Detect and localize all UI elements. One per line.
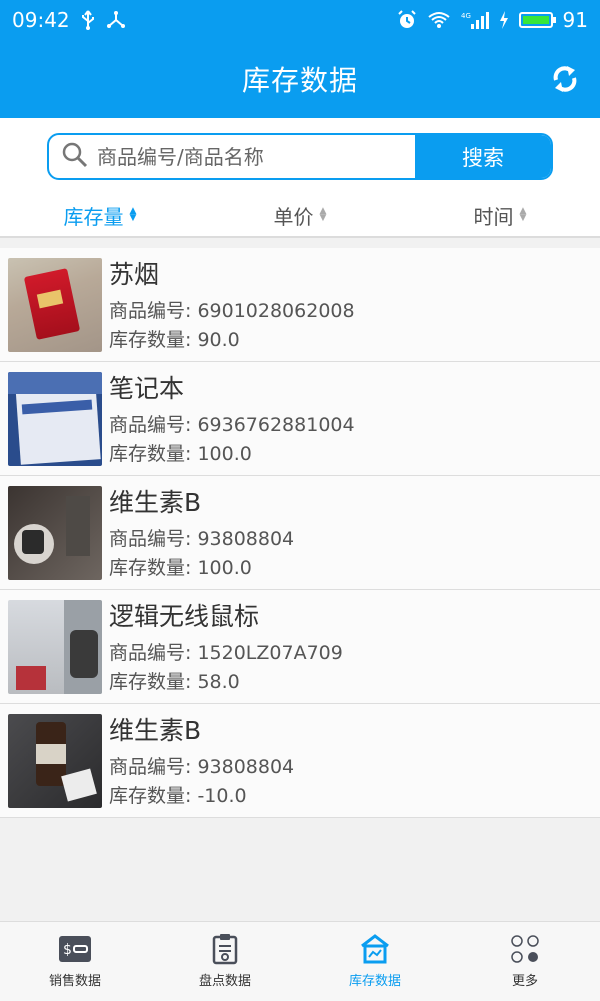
sort-by-price[interactable]: 单价 ▲ ▼	[200, 201, 400, 230]
nav-label: 更多	[511, 974, 538, 989]
sort-label: 单价	[273, 204, 314, 229]
product-name: 笔记本	[109, 373, 185, 403]
nav-inventory-check[interactable]: 盘点数据	[150, 922, 300, 1001]
charging-icon	[499, 11, 509, 29]
product-code: 商品编号: 93808804	[109, 755, 295, 778]
search-input[interactable]	[97, 144, 415, 169]
list-item[interactable]: 苏烟 商品编号: 6901028062008 库存数量: 90.0	[0, 248, 600, 362]
product-name: 苏烟	[109, 259, 160, 289]
product-code: 商品编号: 93808804	[109, 527, 295, 550]
usb-icon	[80, 10, 96, 30]
list-item[interactable]: 笔记本 商品编号: 6936762881004 库存数量: 100.0	[0, 362, 600, 476]
battery-level: 91	[562, 8, 588, 32]
sort-bar: 库存量 ▲ ▼ 单价 ▲ ▼ 时间 ▲ ▼	[0, 194, 600, 238]
more-icon	[508, 934, 542, 964]
sort-label: 时间	[473, 204, 514, 229]
list-item[interactable]: 逻辑无线鼠标 商品编号: 1520LZ07A709 库存数量: 58.0	[0, 590, 600, 704]
refresh-button[interactable]	[548, 62, 582, 96]
sort-by-time[interactable]: 时间 ▲ ▼	[400, 201, 600, 230]
nav-sales[interactable]: $ 销售数据	[0, 922, 150, 1001]
product-stock: 库存数量: 58.0	[109, 670, 240, 693]
product-thumbnail	[8, 713, 102, 808]
status-time: 09:42	[12, 8, 70, 32]
search-icon	[61, 141, 89, 173]
product-name: 维生素B	[109, 487, 202, 517]
product-name: 逻辑无线鼠标	[109, 601, 260, 631]
bottom-nav: $ 销售数据 盘点数据 库存数据 更多	[0, 921, 600, 1001]
search-input-wrap	[49, 135, 415, 178]
sort-arrows-icon: ▲ ▼	[129, 206, 137, 223]
search-area: 搜索	[0, 118, 600, 194]
product-thumbnail	[8, 257, 102, 352]
warehouse-icon	[358, 934, 392, 964]
product-stock: 库存数量: -10.0	[109, 784, 247, 807]
product-code: 商品编号: 1520LZ07A709	[109, 641, 343, 664]
search-button[interactable]: 搜索	[415, 135, 551, 178]
list-item[interactable]: 维生素B 商品编号: 93808804 库存数量: 100.0	[0, 476, 600, 590]
product-thumbnail	[8, 485, 102, 580]
nav-label: 销售数据	[48, 974, 101, 989]
svg-text:$: $	[63, 942, 72, 958]
battery-icon	[518, 12, 556, 28]
list-item[interactable]: 维生素B 商品编号: 93808804 库存数量: -10.0	[0, 704, 600, 818]
status-bar: 09:42 4G 91	[0, 0, 600, 40]
product-stock: 库存数量: 100.0	[109, 442, 252, 465]
sort-arrows-icon: ▲ ▼	[519, 206, 527, 223]
alarm-icon	[397, 10, 417, 30]
product-name: 维生素B	[109, 715, 202, 745]
title-bar: 库存数据	[0, 40, 600, 118]
product-stock: 库存数量: 100.0	[109, 556, 252, 579]
product-thumbnail	[8, 371, 102, 466]
product-thumbnail	[8, 599, 102, 694]
refresh-icon	[553, 66, 577, 92]
product-stock: 库存数量: 90.0	[109, 328, 240, 351]
signal-icon: 4G	[461, 10, 489, 30]
nav-label: 库存数据	[348, 974, 401, 989]
nav-more[interactable]: 更多	[450, 922, 600, 1001]
sort-by-stock[interactable]: 库存量 ▲ ▼	[0, 201, 200, 230]
nav-label: 盘点数据	[198, 974, 251, 989]
clipboard-icon	[208, 934, 242, 965]
sort-arrows-icon: ▲ ▼	[319, 206, 327, 223]
svg-text:4G: 4G	[461, 12, 471, 20]
page-title: 库存数据	[241, 64, 358, 97]
product-list: 苏烟 商品编号: 6901028062008 库存数量: 90.0 笔记本 商品…	[0, 248, 600, 818]
product-code: 商品编号: 6901028062008	[109, 299, 355, 322]
share-icon	[106, 10, 126, 30]
sort-label: 库存量	[63, 204, 124, 229]
product-code: 商品编号: 6936762881004	[109, 413, 355, 436]
sales-icon: $	[58, 934, 92, 964]
wifi-icon	[427, 11, 451, 29]
nav-stock[interactable]: 库存数据	[300, 922, 450, 1001]
search-box: 搜索	[47, 133, 553, 180]
